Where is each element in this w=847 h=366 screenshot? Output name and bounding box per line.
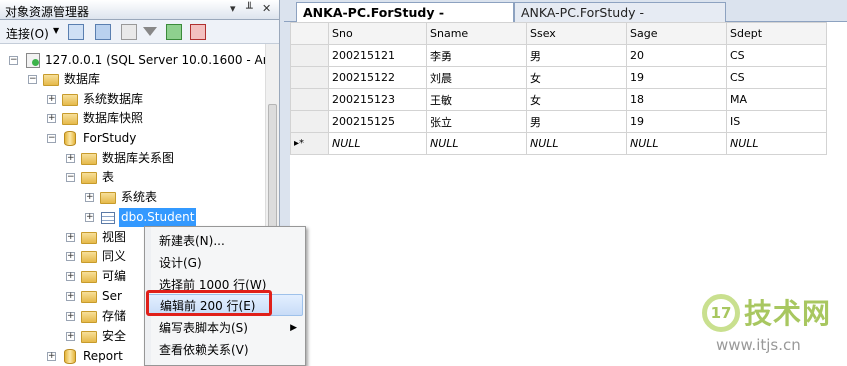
table-cell[interactable]: 19: [626, 66, 727, 89]
table-cell[interactable]: 200215123: [328, 88, 427, 111]
object-explorer-toolbar: 连接(O) ▼: [0, 20, 279, 44]
stop-icon[interactable]: [121, 24, 137, 40]
folder-icon: [62, 94, 78, 106]
tree-node-database-snapshots[interactable]: + 数据库快照: [0, 109, 265, 128]
site-watermark: 17 技术网 www.itjs.cn: [700, 290, 847, 366]
table-cell[interactable]: NULL: [426, 132, 527, 155]
folder-icon: [81, 232, 97, 244]
menu-item-new-table[interactable]: 新建表(N)...: [147, 230, 303, 252]
connect-dropdown-icon[interactable]: ▼: [53, 26, 59, 35]
menu-item-design[interactable]: 设计(G): [147, 252, 303, 274]
menu-item-view-dependencies[interactable]: 查看依赖关系(V): [147, 339, 303, 361]
folder-icon: [100, 192, 116, 204]
table-row[interactable]: 200215125 张立 男 19 IS: [290, 110, 827, 133]
refresh-icon[interactable]: [166, 24, 182, 40]
table-cell[interactable]: NULL: [328, 132, 427, 155]
row-selector[interactable]: [290, 44, 329, 67]
table-cell[interactable]: 20: [626, 44, 727, 67]
table-row[interactable]: 200215123 王敏 女 18 MA: [290, 88, 827, 111]
menu-item-script-table-as[interactable]: 编写表脚本为(S) ▶: [147, 317, 303, 339]
tab-student-second[interactable]: ANKA-PC.ForStudy - dbo.Student: [514, 2, 726, 39]
table-cell[interactable]: MA: [726, 88, 827, 111]
disconnect-icon[interactable]: [95, 24, 111, 40]
table-cell[interactable]: 18: [626, 88, 727, 111]
object-explorer-title: 对象资源管理器: [5, 5, 90, 19]
folder-icon: [81, 271, 97, 283]
row-selector[interactable]: [290, 88, 329, 111]
connect-server-icon[interactable]: [68, 24, 84, 40]
close-icon[interactable]: ✕: [262, 2, 271, 15]
table-cell[interactable]: NULL: [626, 132, 727, 155]
tree-node-forstudy[interactable]: − ForStudy: [0, 129, 265, 148]
table-row[interactable]: 200215121 李勇 男 20 CS: [290, 44, 827, 67]
table-cell[interactable]: NULL: [526, 132, 627, 155]
watermark-url: www.itjs.cn: [716, 336, 801, 354]
summary-icon[interactable]: [190, 24, 206, 40]
data-table: Sno Sname Ssex Sage Sdept 200215121 李勇 男…: [290, 22, 827, 155]
filter-icon[interactable]: [143, 27, 157, 36]
folder-icon: [81, 331, 97, 343]
highlight-annotation-box: [146, 290, 272, 316]
table-cell[interactable]: 李勇: [426, 44, 527, 67]
table-cell[interactable]: 张立: [426, 110, 527, 133]
table-cell[interactable]: 200215121: [328, 44, 427, 67]
table-cell[interactable]: CS: [726, 44, 827, 67]
tree-node-tables[interactable]: − 表: [0, 168, 265, 187]
database-icon: [64, 131, 76, 146]
folder-icon: [62, 113, 78, 125]
tree-node-databases[interactable]: − 数据库: [0, 70, 265, 89]
table-row[interactable]: 200215122 刘晨 女 19 CS: [290, 66, 827, 89]
table-icon: [101, 212, 115, 224]
table-cell[interactable]: CS: [726, 66, 827, 89]
tree-node-system-databases[interactable]: + 系统数据库: [0, 90, 265, 109]
table-cell[interactable]: NULL: [726, 132, 827, 155]
column-header-sage[interactable]: Sage: [626, 22, 727, 45]
object-explorer-titlebar: 对象资源管理器 ▾ ╨ ✕: [0, 0, 279, 20]
window-position-icon[interactable]: ▾: [230, 2, 236, 15]
database-icon: [64, 349, 76, 364]
table-cell[interactable]: 200215125: [328, 110, 427, 133]
connect-button[interactable]: 连接(O): [6, 25, 49, 42]
table-cell[interactable]: 刘晨: [426, 66, 527, 89]
pin-icon[interactable]: ╨: [246, 2, 253, 15]
folder-icon: [81, 153, 97, 165]
folder-icon: [81, 172, 97, 184]
new-row-marker[interactable]: ▸*: [290, 132, 329, 155]
table-cell[interactable]: 200215122: [328, 66, 427, 89]
table-cell[interactable]: 19: [626, 110, 727, 133]
folder-icon: [81, 311, 97, 323]
column-header-sno[interactable]: Sno: [328, 22, 427, 45]
table-cell[interactable]: 王敏: [426, 88, 527, 111]
folder-icon: [81, 251, 97, 263]
watermark-brand: 技术网: [744, 297, 832, 330]
row-selector[interactable]: [290, 110, 329, 133]
tree-node-dbo-student[interactable]: + dbo.Student: [0, 208, 265, 227]
table-cell[interactable]: 男: [526, 110, 627, 133]
watermark-logo: 17: [702, 294, 740, 332]
folder-icon: [43, 74, 59, 86]
folder-icon: [81, 291, 97, 303]
tree-node-system-tables[interactable]: + 系统表: [0, 188, 265, 207]
table-cell[interactable]: IS: [726, 110, 827, 133]
row-selector[interactable]: [290, 66, 329, 89]
tree-node-server[interactable]: − 127.0.0.1 (SQL Server 10.0.1600 - Anka: [0, 51, 279, 70]
row-header-corner: [290, 22, 329, 45]
table-header-row: Sno Sname Ssex Sage Sdept: [290, 22, 827, 45]
column-header-sdept[interactable]: Sdept: [726, 22, 827, 45]
submenu-arrow-icon: ▶: [290, 323, 297, 333]
tab-edit-student[interactable]: ANKA-PC.ForStudy - dbo.Student: [296, 2, 514, 39]
table-cell[interactable]: 女: [526, 88, 627, 111]
document-tabs: ANKA-PC.ForStudy - dbo.Student ANKA-PC.F…: [284, 0, 847, 39]
column-header-ssex[interactable]: Ssex: [526, 22, 627, 45]
new-row[interactable]: ▸* NULL NULL NULL NULL NULL: [290, 132, 827, 155]
tree-node-diagrams[interactable]: + 数据库关系图: [0, 149, 265, 168]
table-cell[interactable]: 女: [526, 66, 627, 89]
server-icon: [26, 53, 40, 68]
column-header-sname[interactable]: Sname: [426, 22, 527, 45]
table-cell[interactable]: 男: [526, 44, 627, 67]
